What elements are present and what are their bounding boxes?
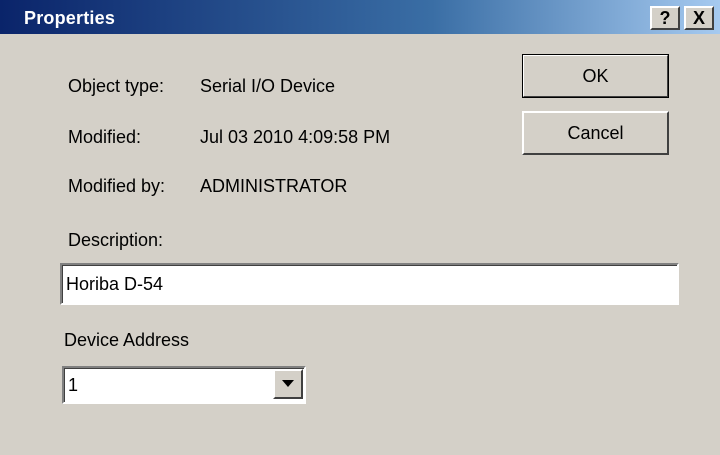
cancel-button[interactable]: Cancel: [522, 111, 669, 155]
window-title: Properties: [24, 8, 116, 28]
ok-button[interactable]: OK: [522, 54, 669, 98]
dropdown-button[interactable]: [273, 369, 303, 399]
properties-dialog: Properties ? X Object type: Serial I/O D…: [0, 0, 720, 455]
device-address-label: Device Address: [64, 330, 190, 350]
chevron-down-icon: [282, 380, 294, 387]
description-label: Description:: [68, 230, 164, 250]
device-address-select[interactable]: 1: [62, 366, 306, 404]
modified-value: Jul 03 2010 4:09:58 PM: [200, 127, 391, 147]
modified-by-value: ADMINISTRATOR: [200, 176, 348, 196]
title-bar[interactable]: Properties ? X: [0, 0, 720, 34]
object-type-value: Serial I/O Device: [200, 76, 336, 96]
description-field[interactable]: Horiba D-54: [60, 263, 679, 305]
device-address-value: 1: [68, 375, 79, 395]
object-type-label: Object type:: [68, 76, 165, 96]
modified-by-label: Modified by:: [68, 176, 166, 196]
close-button[interactable]: X: [684, 6, 714, 30]
help-button[interactable]: ?: [650, 6, 680, 30]
modified-label: Modified:: [68, 127, 142, 147]
